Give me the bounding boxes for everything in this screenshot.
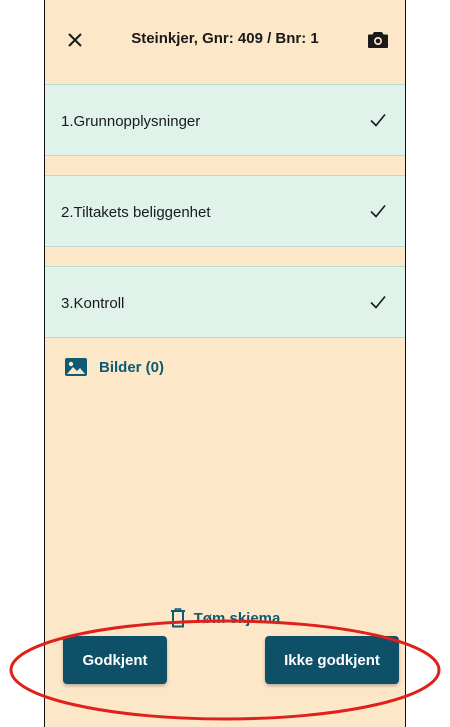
reject-button[interactable]: Ikke godkjent	[265, 636, 399, 684]
header: Steinkjer, Gnr: 409 / Bnr: 1	[45, 0, 405, 84]
trash-icon	[170, 608, 185, 628]
checkmark-icon	[370, 295, 386, 309]
section-label: 3.Kontroll	[61, 295, 125, 312]
clear-form-label: Tøm skjema	[193, 609, 281, 627]
section-kontroll[interactable]: 3.Kontroll	[45, 266, 405, 338]
page-title: Steinkjer, Gnr: 409 / Bnr: 1	[131, 30, 319, 47]
checkmark-icon	[370, 113, 386, 127]
section-label: 2.Tiltakets beliggenhet	[61, 204, 211, 221]
clear-form-button[interactable]: Tøm skjema	[45, 608, 405, 628]
approve-button[interactable]: Godkjent	[63, 636, 167, 684]
section-tiltakets-beliggenhet[interactable]: 2.Tiltakets beliggenhet	[45, 175, 405, 247]
image-icon	[65, 358, 87, 376]
section-label: 1.Grunnopplysninger	[61, 113, 201, 130]
close-button[interactable]	[63, 28, 87, 52]
app-screen: Steinkjer, Gnr: 409 / Bnr: 1 1.Grunnoppl…	[44, 0, 406, 727]
close-icon	[68, 33, 82, 47]
camera-icon	[368, 32, 388, 48]
images-link[interactable]: Bilder (0)	[65, 358, 164, 376]
section-grunnopplysninger[interactable]: 1.Grunnopplysninger	[45, 84, 405, 156]
camera-button[interactable]	[365, 28, 391, 52]
checkmark-icon	[370, 204, 386, 218]
images-label: Bilder (0)	[99, 358, 165, 376]
